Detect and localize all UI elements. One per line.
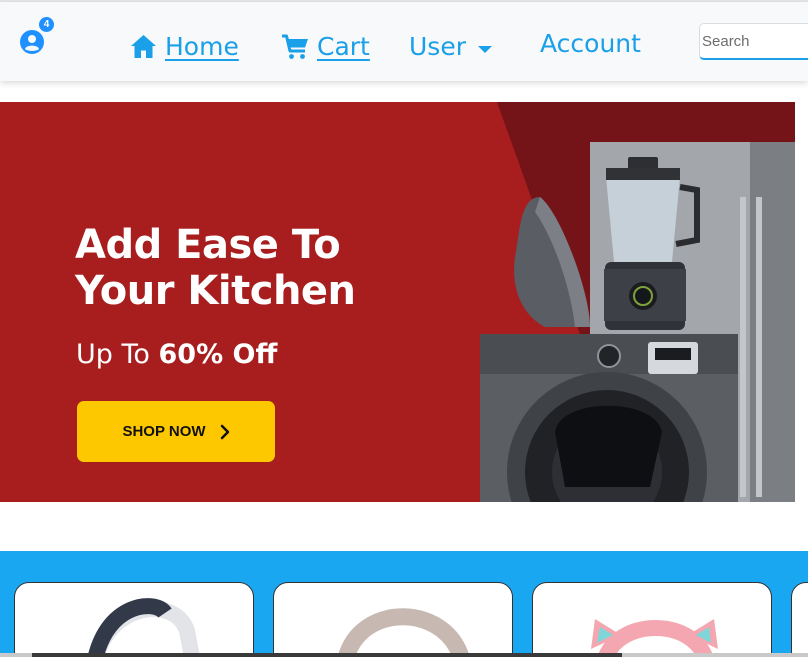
nav-user-label: User [409, 32, 466, 61]
nav-home-label: Home [165, 32, 239, 61]
nav-account-label: Account [540, 29, 641, 58]
user-circle-icon[interactable] [20, 30, 44, 54]
product-card[interactable] [532, 582, 772, 657]
shop-now-label: SHOP NOW [122, 423, 206, 440]
pink-headphones-image [591, 619, 718, 657]
caret-down-icon [477, 46, 492, 53]
nav-account-link[interactable]: Account [540, 29, 641, 58]
beige-headphones-image [337, 608, 470, 657]
scrollbar-thumb[interactable] [32, 653, 622, 657]
offer-prefix: Up To [76, 339, 159, 370]
product-strip [0, 551, 808, 657]
headline-line-2: Your Kitchen [75, 268, 356, 314]
navbar: 4 Home Cart User Account [0, 2, 808, 81]
shop-now-button[interactable]: SHOP NOW [77, 401, 275, 462]
search-input[interactable] [699, 23, 808, 60]
cart-icon [282, 34, 308, 59]
white-headphones-image [87, 598, 201, 657]
home-icon [131, 35, 156, 58]
banner-headline: Add Ease To Your Kitchen [75, 222, 356, 314]
chevron-right-icon [220, 424, 229, 439]
headline-line-1: Add Ease To [75, 222, 341, 268]
product-card[interactable] [791, 582, 808, 657]
product-card[interactable] [14, 582, 254, 657]
offer-text: Up To 60% Off [76, 339, 277, 370]
nav-home-link[interactable]: Home [130, 32, 239, 61]
promo-banner: Add Ease To Your Kitchen Up To 60% Off S… [0, 102, 795, 502]
nav-cart-link[interactable]: Cart [281, 32, 370, 61]
product-card[interactable] [273, 582, 513, 657]
nav-cart-label: Cart [317, 32, 370, 61]
cart-count-badge: 4 [39, 17, 54, 32]
offer-value: 60% Off [158, 339, 278, 370]
nav-user-dropdown[interactable]: User [409, 32, 492, 61]
